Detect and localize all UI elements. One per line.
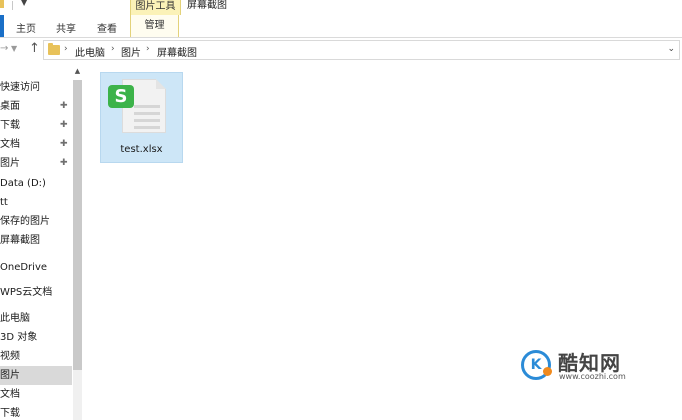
sidebar-item-label: 屏幕截图	[0, 235, 40, 246]
toolbar-divider	[12, 1, 13, 10]
sidebar-item-label: 文档	[0, 389, 20, 400]
sidebar-item-label: tt	[0, 197, 8, 208]
sidebar-item-screenshots[interactable]: 屏幕截图	[0, 231, 72, 250]
doc-line	[134, 126, 160, 129]
chevron-down-icon[interactable]: ⌄	[667, 44, 675, 54]
breadcrumb-chevron-icon[interactable]: ›	[64, 44, 68, 54]
tab-manage[interactable]: 管理	[130, 15, 179, 37]
sidebar-item-pictures[interactable]: 图片 ✚	[0, 154, 72, 173]
recent-locations-icon[interactable]: ▼	[11, 44, 17, 53]
tab-share[interactable]: 共享	[56, 20, 76, 35]
sidebar-item-downloads-pc[interactable]: 下载	[0, 404, 72, 420]
sidebar-item-label: WPS云文档	[0, 287, 53, 298]
tab-file[interactable]	[0, 15, 4, 37]
contextual-tab-group-label: 图片工具	[130, 0, 181, 16]
quick-access-dropdown-icon[interactable]: ▼	[21, 0, 27, 7]
pin-icon[interactable]: ✚	[60, 154, 68, 173]
scroll-up-icon[interactable]: ▲	[73, 66, 82, 76]
pin-icon[interactable]: ✚	[60, 116, 68, 135]
sidebar-item-label: 保存的图片	[0, 216, 50, 227]
file-name[interactable]: test.xlsx	[101, 144, 182, 155]
sidebar-item-videos[interactable]: 视频	[0, 347, 72, 366]
breadcrumb-screenshots[interactable]: 屏幕截图	[157, 44, 197, 59]
sidebar-item-label: 3D 对象	[0, 332, 38, 343]
sidebar-item-this-pc[interactable]: 此电脑	[0, 309, 72, 328]
sidebar-item-label: 文档	[0, 139, 20, 150]
doc-line	[134, 112, 160, 115]
pin-icon[interactable]: ✚	[60, 135, 68, 154]
breadcrumb-this-pc[interactable]: 此电脑	[75, 44, 105, 59]
breadcrumb-pictures[interactable]: 图片	[121, 44, 141, 59]
sidebar-item-pictures-pc[interactable]: 图片	[0, 366, 72, 385]
tab-home[interactable]: 主页	[16, 20, 36, 35]
sidebar-item-label: OneDrive	[0, 262, 48, 273]
back-arrow-icon[interactable]: →	[0, 43, 8, 54]
sidebar-item-documents-pc[interactable]: 文档	[0, 385, 72, 404]
tab-view[interactable]: 查看	[97, 20, 117, 35]
scrollbar-thumb[interactable]	[73, 80, 82, 370]
up-arrow-icon[interactable]: ↑	[29, 41, 40, 56]
sidebar-item-label: 快速访问	[0, 82, 40, 93]
sidebar-item-3d-objects[interactable]: 3D 对象	[0, 328, 72, 347]
sidebar-item-quick-access[interactable]: 快速访问	[0, 78, 72, 97]
doc-line	[134, 105, 160, 108]
page-fold	[156, 79, 166, 89]
watermark-url: www.coozhi.com	[559, 372, 626, 381]
pin-icon[interactable]: ✚	[60, 97, 68, 116]
sidebar-item-label: 下载	[0, 408, 20, 419]
sidebar-item-wps-cloud[interactable]: WPS云文档	[0, 283, 72, 302]
folder-icon[interactable]	[0, 0, 4, 8]
navigation-row: → ▼ ↑ › 此电脑 › 图片 › 屏幕截图 ⌄	[0, 38, 682, 62]
sidebar-item-documents[interactable]: 文档 ✚	[0, 135, 72, 154]
wps-spreadsheet-icon: S	[108, 85, 134, 108]
navigation-pane: 快速访问 桌面 ✚ 下载 ✚ 文档 ✚ 图片 ✚ Data (D:) tt 保存的图片 …	[0, 64, 72, 420]
sidebar-item-data-drive[interactable]: Data (D:)	[0, 174, 72, 193]
coozhi-logo-icon: K	[521, 350, 552, 380]
sidebar-item-label: 此电脑	[0, 313, 30, 324]
watermark: K 酷知网 www.coozhi.com	[521, 347, 661, 387]
breadcrumb-chevron-icon[interactable]: ›	[146, 44, 150, 54]
sidebar-item-onedrive[interactable]: OneDrive	[0, 258, 72, 277]
doc-line	[134, 119, 160, 122]
sidebar-item-label: 图片	[0, 370, 20, 381]
sidebar-item-label: 下载	[0, 120, 20, 131]
sidebar-item-label: 视频	[0, 351, 20, 362]
sidebar-item-desktop[interactable]: 桌面 ✚	[0, 97, 72, 116]
sidebar-item-label: 图片	[0, 158, 20, 169]
sidebar-item-saved-pictures[interactable]: 保存的图片	[0, 212, 72, 231]
sidebar-item-downloads[interactable]: 下载 ✚	[0, 116, 72, 135]
window-title: 屏幕截图	[187, 0, 227, 11]
folder-icon	[48, 43, 60, 55]
ribbon-tabs: 主页 共享 查看 管理	[0, 15, 682, 38]
sidebar-item-label: 桌面	[0, 101, 20, 112]
title-bar: ▼ 图片工具 屏幕截图	[0, 0, 682, 16]
sidebar-item-tt[interactable]: tt	[0, 193, 72, 212]
address-bar[interactable]: › 此电脑 › 图片 › 屏幕截图 ⌄	[43, 40, 680, 60]
file-item-test-xlsx[interactable]: S test.xlsx	[100, 72, 183, 163]
sidebar-item-label: Data (D:)	[0, 178, 46, 189]
breadcrumb-chevron-icon[interactable]: ›	[111, 44, 115, 54]
